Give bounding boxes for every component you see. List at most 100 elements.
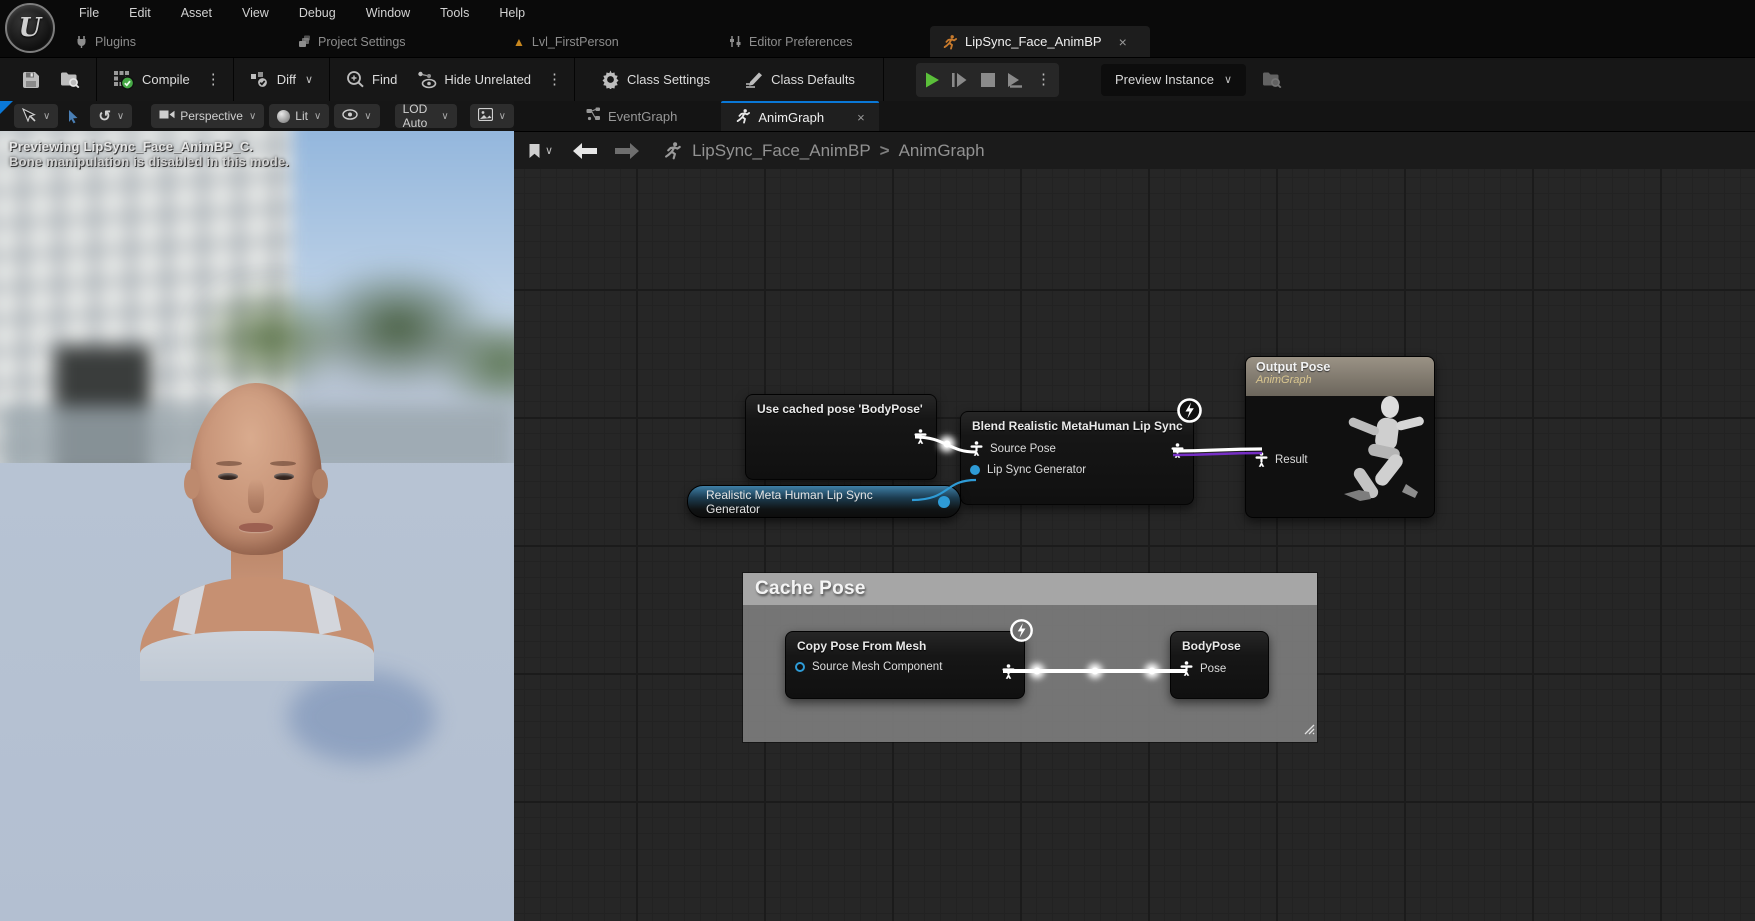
- node-use-cached-pose[interactable]: Use cached pose 'BodyPose': [745, 394, 937, 480]
- tab-eventgraph[interactable]: EventGraph: [572, 101, 691, 131]
- skip-to-end-button[interactable]: [1002, 63, 1030, 97]
- tab-project-settings[interactable]: Project Settings: [298, 26, 406, 57]
- hide-unrelated-label: Hide Unrelated: [444, 72, 531, 87]
- screenshot-dropdown[interactable]: ∨: [470, 104, 514, 128]
- pose-watch-lightning-icon[interactable]: [1009, 618, 1034, 648]
- pin-source-mesh-label: Source Mesh Component: [812, 661, 942, 673]
- perspective-dropdown[interactable]: Perspective ∨: [151, 104, 264, 128]
- pin-source-pose[interactable]: Source Pose: [961, 437, 1193, 460]
- toolbar-separator: [96, 58, 97, 101]
- viewport-3d-scene[interactable]: Previewing LipSync_Face_AnimBP_C. Bone m…: [0, 131, 514, 921]
- tab-lvl-firstperson-label: Lvl_FirstPerson: [532, 35, 619, 49]
- node-blend-metahuman-lipsync[interactable]: Blend Realistic MetaHuman Lip Sync Sourc…: [960, 411, 1194, 505]
- node-lipsync-generator[interactable]: Realistic Meta Human Lip Sync Generator: [687, 485, 961, 518]
- plug-icon: [75, 35, 88, 48]
- breadcrumb-current[interactable]: AnimGraph: [899, 141, 985, 161]
- breadcrumb-separator: >: [880, 141, 890, 161]
- object-output-pin[interactable]: [938, 496, 950, 508]
- save-icon: [22, 71, 40, 89]
- hide-unrelated-button[interactable]: Hide Unrelated: [407, 58, 541, 101]
- tab-lipsync-face-animbp[interactable]: LipSync_Face_AnimBP ×: [930, 26, 1150, 57]
- play-button[interactable]: [918, 63, 946, 97]
- eye: [274, 473, 294, 480]
- compile-button[interactable]: Compile: [103, 58, 200, 101]
- hide-unrelated-options-kebab[interactable]: ⋮: [541, 58, 568, 101]
- chevron-down-icon: ∨: [441, 111, 448, 122]
- menu-tools[interactable]: Tools: [425, 0, 484, 26]
- node-body-pose[interactable]: BodyPose Pose: [1170, 631, 1269, 699]
- nav-forward-button[interactable]: [615, 143, 639, 159]
- tab-editor-preferences-label: Editor Preferences: [749, 35, 853, 49]
- resize-grip-icon[interactable]: [1304, 722, 1315, 740]
- menu-view[interactable]: View: [227, 0, 284, 26]
- node-body-pose-title: BodyPose: [1171, 632, 1268, 657]
- eyebrow: [216, 461, 242, 466]
- nav-back-button[interactable]: [573, 143, 597, 159]
- chevron-down-icon: ∨: [314, 111, 321, 122]
- compile-options-kebab[interactable]: ⋮: [200, 58, 227, 101]
- menu-window[interactable]: Window: [351, 0, 425, 26]
- pose-output-pin[interactable]: [1171, 443, 1184, 458]
- chevron-down-icon: ∨: [545, 144, 553, 157]
- tab-lvl-firstperson[interactable]: ▲ Lvl_FirstPerson: [513, 26, 619, 57]
- tank-top-strap: [309, 579, 341, 634]
- hide-unrelated-icon: [417, 71, 437, 89]
- tab-animgraph[interactable]: AnimGraph ×: [721, 101, 878, 131]
- breadcrumb-root[interactable]: LipSync_Face_AnimBP: [692, 141, 871, 161]
- pose-watch-lightning-icon[interactable]: [1176, 397, 1203, 429]
- step-forward-button[interactable]: [946, 63, 974, 97]
- menu-asset[interactable]: Asset: [166, 0, 227, 26]
- node-output-pose[interactable]: Output Pose AnimGraph Result: [1245, 356, 1435, 518]
- close-icon[interactable]: ×: [1119, 34, 1127, 50]
- rotation-snap-dropdown[interactable]: ↺ ∨: [90, 104, 132, 128]
- browse-debug-target-button[interactable]: [1252, 58, 1292, 101]
- pencil-lines-icon: [744, 71, 764, 89]
- preview-instance-label: Preview Instance: [1115, 72, 1214, 87]
- camera-icon: [159, 109, 175, 123]
- preview-viewport-panel: ∨ ↺ ∨ Perspective ∨ Lit ∨: [0, 101, 514, 921]
- browse-to-asset-button[interactable]: [50, 58, 90, 101]
- tab-animgraph-label: AnimGraph: [758, 110, 824, 125]
- compile-status-icon: [113, 70, 135, 90]
- lod-dropdown[interactable]: LOD Auto ∨: [395, 104, 457, 128]
- stop-button[interactable]: [974, 63, 1002, 97]
- diff-button[interactable]: Diff ∨: [240, 58, 323, 101]
- pin-source-mesh-component[interactable]: Source Mesh Component: [786, 657, 1024, 677]
- lit-mode-dropdown[interactable]: Lit ∨: [269, 104, 329, 128]
- menu-help[interactable]: Help: [484, 0, 540, 26]
- perspective-label: Perspective: [180, 109, 243, 123]
- animgraph-canvas[interactable]: Cache Pose Use cached pose 'BodyPose' Bl…: [514, 169, 1755, 921]
- toolbar-separator: [329, 58, 330, 101]
- pose-output-pin[interactable]: [914, 429, 927, 444]
- class-defaults-button[interactable]: Class Defaults: [734, 58, 865, 101]
- tab-editor-preferences[interactable]: Editor Preferences: [729, 26, 853, 57]
- diff-label: Diff: [277, 72, 296, 87]
- show-flags-dropdown[interactable]: ∨: [334, 104, 379, 128]
- select-tool-button[interactable]: [63, 109, 85, 124]
- playback-options-kebab[interactable]: ⋮: [1030, 63, 1057, 97]
- graph-wires: [514, 169, 1755, 921]
- blueprint-toolbar: Compile ⋮ Diff ∨ Find Hide Unrelated ⋮: [0, 57, 1755, 101]
- focused-panel-corner: [0, 101, 13, 114]
- close-icon[interactable]: ×: [857, 110, 865, 125]
- pin-source-pose-label: Source Pose: [990, 443, 1056, 455]
- menu-file[interactable]: File: [64, 0, 114, 26]
- bookmarks-dropdown[interactable]: ∨: [528, 143, 553, 159]
- pose-output-pin[interactable]: [1002, 664, 1015, 679]
- tab-plugins[interactable]: Plugins: [75, 26, 136, 57]
- class-settings-button[interactable]: Class Settings: [591, 58, 720, 101]
- preview-instance-dropdown[interactable]: Preview Instance ∨: [1101, 64, 1246, 96]
- pin-lipsync-generator[interactable]: Lip Sync Generator: [961, 460, 1193, 480]
- graph-panel: EventGraph AnimGraph × ∨: [514, 101, 1755, 921]
- find-button[interactable]: Find: [336, 58, 407, 101]
- menu-edit[interactable]: Edit: [114, 0, 166, 26]
- unreal-logo-icon[interactable]: U: [5, 3, 55, 53]
- tab-project-settings-label: Project Settings: [318, 35, 406, 49]
- menu-debug[interactable]: Debug: [284, 0, 351, 26]
- transform-tool-dropdown[interactable]: ∨: [14, 104, 58, 128]
- node-copy-pose-from-mesh[interactable]: Copy Pose From Mesh Source Mesh Componen…: [785, 631, 1025, 699]
- menu-bar: U File Edit Asset View Debug Window Tool…: [0, 0, 1755, 26]
- pin-pose[interactable]: Pose: [1171, 657, 1268, 680]
- comment-title-bar[interactable]: Cache Pose: [743, 573, 1317, 605]
- save-button[interactable]: [12, 58, 50, 101]
